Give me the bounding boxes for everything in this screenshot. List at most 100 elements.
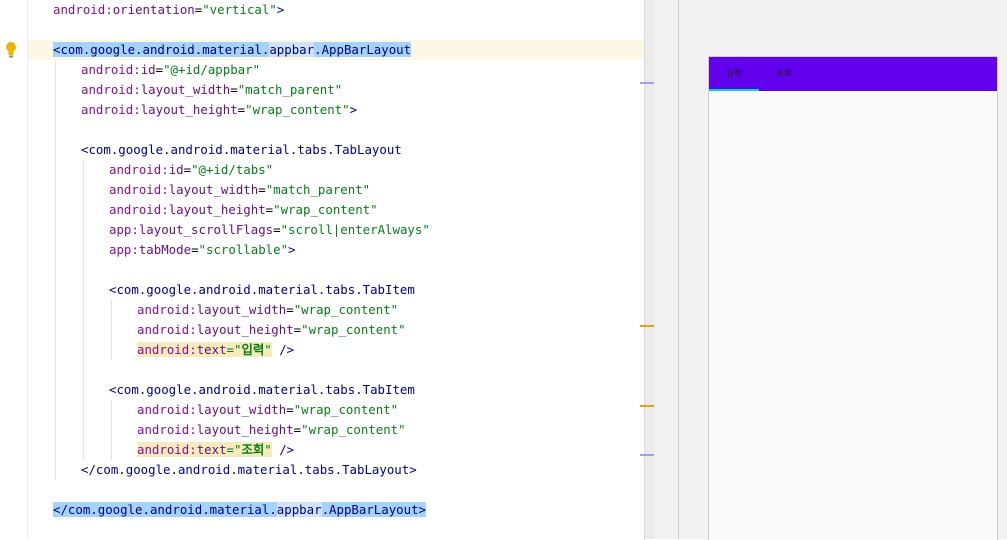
code-token: 입력 [241,342,265,357]
code-line[interactable]: android:layout_width="wrap_content" [137,400,398,420]
code-line[interactable]: android:layout_width="wrap_content" [137,300,398,320]
code-token: /> [271,442,295,457]
code-token: .AppBarLayout [314,42,412,57]
code-token: = [286,302,294,317]
code-token: app: [109,242,139,257]
code-line[interactable]: android:layout_width="match_parent" [81,80,342,100]
code-token: <com.google.android.material.tabs.TabLay… [81,142,402,157]
code-token: android: [81,62,141,77]
lightbulb-icon[interactable] [4,41,18,59]
code-token: android: [137,302,197,317]
code-token: "wrap_content" [293,402,399,417]
tab-indicator [709,89,759,91]
code-token: android: [81,82,141,97]
code-token: android: [109,162,169,177]
code-line[interactable]: android:id="@+id/appbar" [81,60,260,80]
indent-guide [55,60,56,480]
code-token: layout_width [196,302,287,317]
code-token: = [155,62,164,77]
code-line[interactable]: app:tabMode="scrollable"> [109,240,296,260]
code-line[interactable]: android:text="조회" /> [137,440,294,460]
code-token: "@+id/appbar" [163,62,261,77]
code-token: = [183,162,192,177]
code-token: android: [137,422,197,437]
code-token: "vertical" [202,2,277,17]
preview-divider [678,0,679,539]
code-line[interactable]: android:id="@+id/tabs" [109,160,273,180]
code-token: layout_height [196,422,294,437]
code-line[interactable]: app:layout_scrollFlags="scroll|enterAlwa… [109,220,430,240]
code-line[interactable]: </com.google.android.material.appbar.App… [53,500,426,520]
indent-guide [111,300,112,360]
code-line[interactable]: <com.google.android.material.tabs.TabLay… [81,140,402,160]
code-token: <com.google.android.material. [53,42,270,57]
code-token: > [288,242,296,257]
app-bar[interactable]: 입력 조회 [709,57,997,91]
code-token: = [191,242,199,257]
code-token: android: [109,202,169,217]
code-token: > [276,2,285,17]
code-token: <com.google.android.material.tabs.TabIte… [109,382,415,397]
code-line[interactable]: android:layout_height="wrap_content" [109,200,378,220]
code-token: text [196,442,227,457]
code-line[interactable]: android:layout_width="match_parent" [109,180,370,200]
code-token: " [264,442,272,457]
code-token: app: [109,222,139,237]
code-token: tabMode [138,242,192,257]
code-token: appbar [269,42,315,57]
code-token: android: [137,442,197,457]
change-marker[interactable] [640,454,654,456]
code-token: "wrap_content" [273,202,378,217]
code-token: = [286,402,294,417]
code-line[interactable]: <com.google.android.material.tabs.TabIte… [109,380,415,400]
code-line[interactable]: <com.google.android.material.appbar.AppB… [53,40,412,60]
code-token: layout_width [168,182,259,197]
editor-scrollbar[interactable] [644,0,655,539]
code-token: android: [81,102,141,117]
code-token: 조회 [241,442,265,457]
code-token: android: [137,322,197,337]
code-token: > [349,102,358,117]
warning-marker[interactable] [640,405,654,407]
code-token: layout_height [196,322,294,337]
tab-lookup[interactable]: 조회 [759,57,809,91]
code-token: android: [137,402,197,417]
code-token: /> [271,342,295,357]
code-token: = [230,82,238,97]
code-token: "wrap_content" [293,302,399,317]
indent-guide [111,400,112,460]
code-token: layout_height [140,102,238,117]
code-line[interactable]: </com.google.android.material.tabs.TabLa… [81,460,417,480]
code-token: "wrap_content" [301,422,406,437]
code-token: layout_height [168,202,266,217]
code-token: id [168,162,184,177]
code-token: .AppBarLayout> [321,502,426,517]
tab-input[interactable]: 입력 [709,57,759,91]
code-line[interactable]: android:layout_height="wrap_content" [137,420,406,440]
change-marker[interactable] [640,82,654,84]
code-token: <com.google.android.material.tabs.TabIte… [109,282,415,297]
code-token: = [258,182,266,197]
code-token: "scroll|enterAlways" [280,222,430,237]
code-line[interactable]: android:layout_height="wrap_content"> [81,100,357,120]
gutter-separator [27,0,28,539]
device-preview[interactable]: 입력 조회 [708,56,998,540]
code-token: android: [53,2,113,17]
indent-guide [83,160,84,460]
code-token: = [273,222,281,237]
code-line[interactable]: android:layout_height="wrap_content" [137,320,406,340]
code-token: id [140,62,156,77]
code-token: " [264,342,272,357]
code-line[interactable]: android:orientation="vertical"> [53,0,284,20]
code-token: layout_scrollFlags [138,222,274,237]
code-token: =" [226,342,242,357]
code-line[interactable]: android:text="입력" /> [137,340,294,360]
code-token: layout_width [140,82,231,97]
code-editor[interactable]: android:orientation="vertical"> <com.goog… [0,0,644,539]
code-token: orientation [112,2,195,17]
code-line[interactable]: <com.google.android.material.tabs.TabIte… [109,280,415,300]
warning-marker[interactable] [640,325,654,327]
code-token: </com.google.android.material.tabs.TabLa… [81,462,417,477]
code-token: =" [226,442,242,457]
code-token: </com.google.android.material. [53,502,277,517]
